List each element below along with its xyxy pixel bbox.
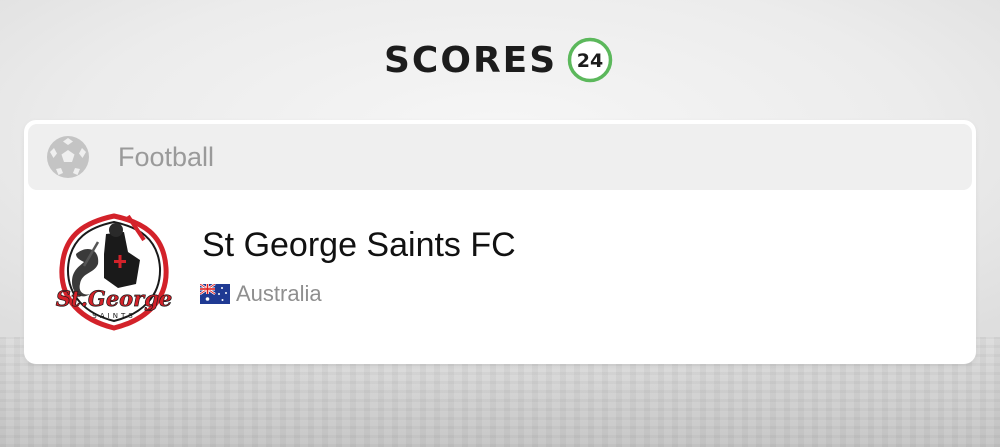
football-icon [46, 135, 90, 179]
logo-badge-number: 24 [577, 50, 603, 72]
logo-badge-icon: 24 [567, 37, 613, 83]
australia-flag-icon [200, 284, 236, 304]
crest-lettering: St.George [56, 286, 173, 311]
sport-header[interactable]: Football [28, 124, 972, 190]
country-name: Australia [236, 281, 322, 306]
team-name: St George Saints FC [202, 226, 516, 264]
scores24-logo[interactable]: SCORES 24 [384, 34, 613, 86]
sport-label: Football [118, 142, 215, 172]
team-country[interactable]: Australia [200, 280, 322, 308]
crest-sub-lettering: SAINTS [92, 312, 135, 320]
logo-text: SCORES [384, 39, 558, 81]
team-card: Football St.George SAINTS St George Sain… [24, 120, 976, 364]
team-crest-logo: St.George SAINTS [54, 208, 174, 332]
